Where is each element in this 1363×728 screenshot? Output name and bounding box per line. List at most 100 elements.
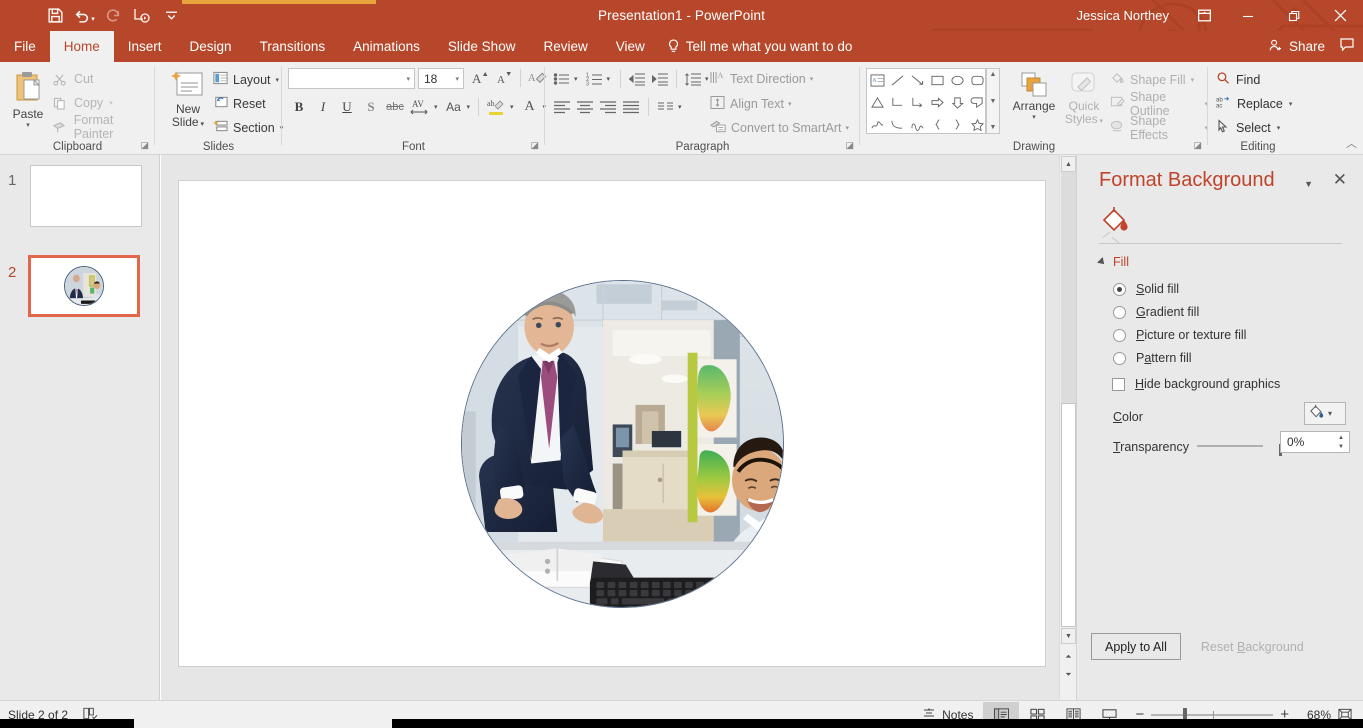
bullets-caret-icon[interactable]: ▾: [574, 75, 578, 83]
paste-button[interactable]: Paste ▾: [6, 66, 50, 138]
tab-view[interactable]: View: [602, 31, 659, 62]
shape-fill-caret-icon[interactable]: ▾: [1191, 76, 1195, 84]
font-name-dropdown-icon[interactable]: ▾: [406, 75, 410, 83]
arrange-caret-icon[interactable]: ▾: [1032, 113, 1036, 121]
font-color-button[interactable]: A: [519, 96, 541, 118]
align-text-caret-icon[interactable]: ▾: [788, 100, 792, 108]
increase-indent-button[interactable]: [649, 68, 671, 90]
shapes-gallery-scrollbar[interactable]: ▲ ▼ ▼: [986, 68, 1000, 134]
slide-canvas[interactable]: [178, 180, 1046, 667]
character-spacing-caret-icon[interactable]: ▾: [434, 103, 438, 111]
right-arrow-shape[interactable]: [930, 96, 945, 109]
text-direction-caret-icon[interactable]: ▾: [810, 75, 814, 83]
transparency-slider[interactable]: [1197, 445, 1263, 447]
radio-indicator[interactable]: [1113, 306, 1126, 319]
clipboard-dialog-launcher[interactable]: ◪: [140, 140, 149, 151]
shape-effects-button[interactable]: Shape Effects ▾: [1110, 118, 1208, 137]
align-text-button[interactable]: Align Text ▾: [710, 94, 791, 114]
tab-file[interactable]: File: [0, 31, 50, 62]
flowchart-shape[interactable]: [970, 96, 985, 109]
right-brace-shape[interactable]: [950, 118, 965, 131]
decrease-indent-button[interactable]: [626, 68, 648, 90]
numbering-button[interactable]: 1 2 3: [584, 68, 606, 90]
change-case-caret-icon[interactable]: ▾: [467, 103, 471, 111]
transparency-spinbox[interactable]: 0% ▲ ▼: [1280, 431, 1350, 453]
scroll-up-button[interactable]: ▲: [1061, 156, 1076, 172]
convert-to-smartart-button[interactable]: Convert to SmartArt ▾: [710, 118, 849, 138]
radio-indicator[interactable]: [1113, 352, 1126, 365]
collapse-triangle-icon[interactable]: [1097, 257, 1107, 267]
apply-to-all-button[interactable]: Apply to All: [1091, 633, 1181, 660]
select-button[interactable]: Select ▾: [1216, 118, 1292, 137]
spinner-up-icon[interactable]: ▲: [1338, 435, 1344, 441]
align-center-button[interactable]: [574, 96, 596, 118]
shapes-gallery[interactable]: A: [866, 68, 986, 134]
align-left-button[interactable]: [551, 96, 573, 118]
close-button[interactable]: [1317, 0, 1363, 31]
reset-background-button[interactable]: Reset Background: [1187, 633, 1318, 660]
fill-section-header[interactable]: Fill: [1099, 255, 1129, 269]
checkbox-hide-background-graphics[interactable]: Hide background graphics: [1112, 377, 1280, 391]
radio-solid-fill[interactable]: SSolid fillolid fill: [1113, 282, 1280, 296]
left-brace-shape[interactable]: [930, 118, 945, 131]
tab-slide-show[interactable]: Slide Show: [434, 31, 530, 62]
columns-caret-icon[interactable]: ▾: [678, 103, 682, 111]
character-spacing-button[interactable]: AV: [408, 96, 432, 118]
quick-styles-button[interactable]: Quick Styles ▾: [1060, 66, 1108, 140]
numbering-caret-icon[interactable]: ▾: [607, 75, 611, 83]
next-slide-button[interactable]: ⏷: [1061, 667, 1076, 682]
radio-pattern-fill[interactable]: Pattern fill: [1113, 351, 1280, 365]
color-dropdown-caret-icon[interactable]: ▾: [1328, 409, 1332, 418]
font-name-input[interactable]: ▾: [288, 68, 415, 89]
paragraph-dialog-launcher[interactable]: ◪: [845, 140, 854, 151]
italic-button[interactable]: I: [312, 96, 334, 118]
smartart-caret-icon[interactable]: ▾: [845, 124, 849, 132]
font-dialog-launcher[interactable]: ◪: [530, 140, 539, 151]
copy-button[interactable]: Copy ▾: [50, 94, 155, 112]
text-highlight-color-button[interactable]: ab: [484, 96, 508, 118]
checkbox-indicator[interactable]: [1112, 378, 1125, 391]
rectangle-shape[interactable]: [930, 74, 945, 87]
find-button[interactable]: Find: [1216, 70, 1292, 89]
strikethrough-button[interactable]: abc: [384, 96, 406, 118]
arrow-shape[interactable]: [910, 74, 925, 87]
columns-button[interactable]: [655, 96, 677, 118]
text-direction-button[interactable]: A Text Direction ▾: [710, 69, 813, 89]
justify-button[interactable]: [620, 96, 642, 118]
tab-review[interactable]: Review: [529, 31, 601, 62]
curve-shape[interactable]: [890, 118, 905, 131]
oval-shape[interactable]: [950, 74, 965, 87]
radio-indicator[interactable]: [1113, 329, 1126, 342]
maximize-button[interactable]: [1271, 0, 1317, 31]
zoom-slider[interactable]: [1151, 714, 1273, 716]
comments-icon[interactable]: [1339, 36, 1355, 57]
previous-slide-button[interactable]: ⏶: [1061, 649, 1076, 664]
radio-indicator[interactable]: [1113, 283, 1126, 296]
slide-vertical-scrollbar[interactable]: ▲ ▼ ⏶ ⏷: [1059, 155, 1076, 700]
change-case-button[interactable]: Aa: [443, 96, 465, 118]
shapes-scroll-down-icon[interactable]: ▼: [990, 98, 997, 105]
new-slide-button[interactable]: New Slide ▾: [163, 66, 213, 140]
arrange-button[interactable]: Arrange ▾: [1008, 66, 1060, 140]
drawing-dialog-launcher[interactable]: ◪: [1193, 140, 1202, 151]
tab-transitions[interactable]: Transitions: [246, 31, 340, 62]
scrollbar-thumb[interactable]: [1061, 403, 1076, 627]
user-account-name[interactable]: Jessica Northey: [1077, 0, 1169, 31]
scroll-down-button[interactable]: ▼: [1061, 628, 1076, 644]
collapse-ribbon-button[interactable]: ︿: [1346, 135, 1357, 151]
spinner-down-icon[interactable]: ▼: [1338, 444, 1344, 450]
arc-shape[interactable]: [910, 118, 925, 131]
cut-button[interactable]: Cut: [50, 70, 155, 88]
reset-button[interactable]: Reset: [213, 94, 283, 113]
line-spacing-button[interactable]: [682, 68, 704, 90]
copy-caret-icon[interactable]: ▾: [109, 99, 113, 107]
text-shadow-button[interactable]: S: [360, 96, 382, 118]
thumbnail-preview[interactable]: [28, 255, 140, 317]
replace-button[interactable]: ab ac Replace ▾: [1216, 94, 1292, 113]
tab-home[interactable]: Home: [50, 31, 114, 62]
thumbnail-slide-2[interactable]: 2: [0, 257, 159, 339]
shapes-scroll-up-icon[interactable]: ▲: [990, 71, 997, 78]
highlight-caret-icon[interactable]: ▾: [510, 103, 514, 111]
scribble-shape[interactable]: [870, 118, 885, 131]
underline-button[interactable]: U: [336, 96, 358, 118]
